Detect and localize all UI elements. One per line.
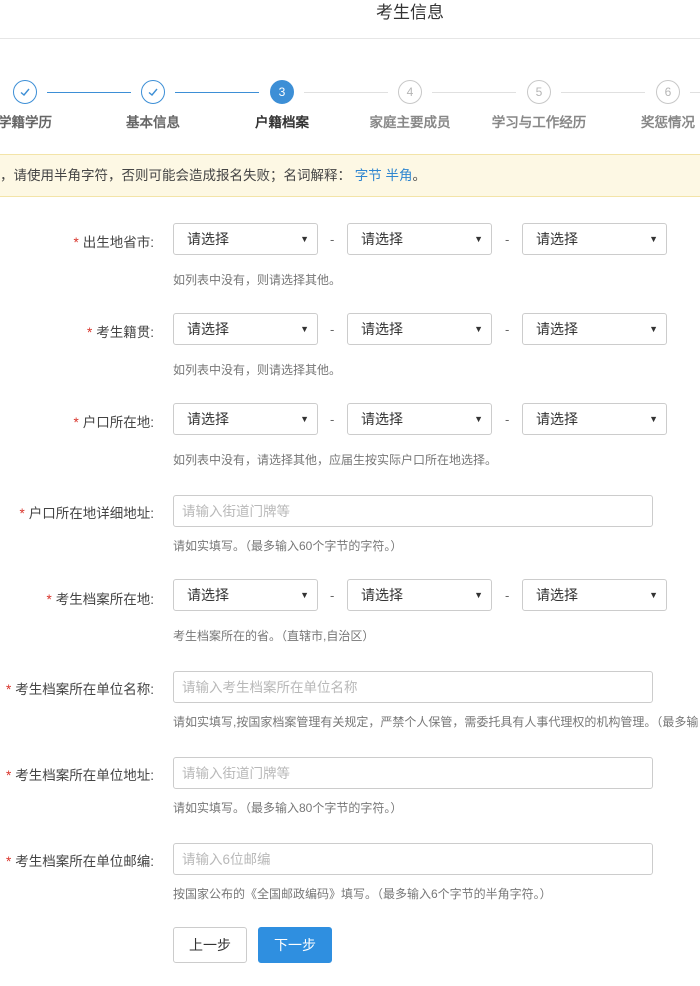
birthplace-label: * 出生地省市: bbox=[73, 235, 154, 250]
dropdown-arrow-icon: ▼ bbox=[474, 234, 483, 244]
step-label-2: 基本信息 bbox=[126, 115, 180, 130]
archive-city-select[interactable]: 请选择 ▼ bbox=[347, 579, 492, 611]
native-place-city-select[interactable]: 请选择 ▼ bbox=[347, 313, 492, 345]
term-link-halfwidth[interactable]: 半角 bbox=[386, 168, 413, 183]
dropdown-arrow-icon: ▼ bbox=[474, 324, 483, 334]
archive-unit-postcode-hint: 按国家公布的《全国邮政编码》填写。（最多输入6个字节的半角字符。） bbox=[173, 887, 552, 901]
birthplace-province-select[interactable]: 请选择 ▼ bbox=[173, 223, 318, 255]
separator: - bbox=[330, 322, 335, 337]
household-province-select[interactable]: 请选择 ▼ bbox=[173, 403, 318, 435]
archive-unit-name-label: * 考生档案所在单位名称: bbox=[5, 682, 154, 697]
notice-end: 。 bbox=[412, 168, 427, 183]
step-connector bbox=[432, 92, 516, 93]
dropdown-arrow-icon: ▼ bbox=[474, 590, 483, 600]
dropdown-arrow-icon: ▼ bbox=[300, 324, 309, 334]
birthplace-district-select[interactable]: 请选择 ▼ bbox=[522, 223, 667, 255]
dropdown-arrow-icon: ▼ bbox=[649, 414, 658, 424]
archive-unit-address-hint: 请如实填写。（最多输入80个字节的字符。） bbox=[173, 801, 403, 815]
dropdown-arrow-icon: ▼ bbox=[474, 414, 483, 424]
step-1-check-icon bbox=[13, 80, 37, 104]
separator: - bbox=[505, 232, 510, 247]
separator: - bbox=[330, 232, 335, 247]
household-city-select[interactable]: 请选择 ▼ bbox=[347, 403, 492, 435]
step-4-circle: 4 bbox=[398, 80, 422, 104]
step-5-circle: 5 bbox=[527, 80, 551, 104]
archive-unit-name-hint: 请如实填写,按国家档案管理有关规定，严禁个人保管，需委托具有人事代理权的机构管理… bbox=[173, 715, 699, 729]
notice-banner: ，请使用半角字符，否则可能会造成报名失败；名词解释： 字节 半角。 bbox=[0, 154, 700, 197]
prev-step-button[interactable]: 上一步 bbox=[173, 927, 247, 963]
archive-unit-name-input[interactable] bbox=[173, 671, 653, 703]
household-hint: 如列表中没有，请选择其他，应届生按实际户口所在地选择。 bbox=[173, 453, 498, 467]
separator: - bbox=[505, 322, 510, 337]
step-connector bbox=[47, 92, 131, 93]
native-place-district-select[interactable]: 请选择 ▼ bbox=[522, 313, 667, 345]
step-connector bbox=[561, 92, 645, 93]
step-2-check-icon bbox=[141, 80, 165, 104]
archive-location-hint: 考生档案所在的省。（直辖市,自治区） bbox=[173, 629, 375, 643]
separator: - bbox=[330, 412, 335, 427]
dropdown-arrow-icon: ▼ bbox=[649, 590, 658, 600]
archive-district-select[interactable]: 请选择 ▼ bbox=[522, 579, 667, 611]
household-label: * 户口所在地: bbox=[73, 415, 154, 430]
native-place-label: * 考生籍贯: bbox=[86, 325, 154, 340]
household-address-label: * 户口所在地详细地址: bbox=[19, 506, 154, 521]
archive-province-select[interactable]: 请选择 ▼ bbox=[173, 579, 318, 611]
step-label-5: 学习与工作经历 bbox=[491, 115, 587, 130]
archive-unit-postcode-label: * 考生档案所在单位邮编: bbox=[5, 854, 154, 869]
dropdown-arrow-icon: ▼ bbox=[300, 590, 309, 600]
separator: - bbox=[505, 588, 510, 603]
archive-unit-postcode-input[interactable] bbox=[173, 843, 653, 875]
archive-unit-address-label: * 考生档案所在单位地址: bbox=[5, 768, 154, 783]
step-label-3: 户籍档案 bbox=[255, 115, 309, 130]
step-6-circle: 6 bbox=[656, 80, 680, 104]
step-connector bbox=[304, 92, 388, 93]
dropdown-arrow-icon: ▼ bbox=[649, 324, 658, 334]
birthplace-hint: 如列表中没有，则请选择其他。 bbox=[173, 273, 342, 287]
native-place-province-select[interactable]: 请选择 ▼ bbox=[173, 313, 318, 345]
household-address-input[interactable] bbox=[173, 495, 653, 527]
archive-location-label: * 考生档案所在地: bbox=[46, 592, 154, 607]
dropdown-arrow-icon: ▼ bbox=[300, 414, 309, 424]
next-step-button[interactable]: 下一步 bbox=[258, 927, 332, 963]
separator: - bbox=[505, 412, 510, 427]
step-progress: 3 4 5 6 学籍学历 基本信息 户籍档案 家庭主要成员 学习与工作经历 奖惩… bbox=[0, 0, 700, 140]
archive-unit-address-input[interactable] bbox=[173, 757, 653, 789]
step-3-circle: 3 bbox=[270, 80, 294, 104]
household-address-hint: 请如实填写。（最多输入60个字节的字符。） bbox=[173, 539, 403, 553]
step-label-4: 家庭主要成员 bbox=[369, 115, 451, 130]
separator: - bbox=[330, 588, 335, 603]
step-connector bbox=[175, 92, 259, 93]
dropdown-arrow-icon: ▼ bbox=[300, 234, 309, 244]
notice-text: ，请使用半角字符，否则可能会造成报名失败；名词解释： bbox=[0, 168, 351, 183]
native-place-hint: 如列表中没有，则请选择其他。 bbox=[173, 363, 342, 377]
birthplace-city-select[interactable]: 请选择 ▼ bbox=[347, 223, 492, 255]
household-district-select[interactable]: 请选择 ▼ bbox=[522, 403, 667, 435]
dropdown-arrow-icon: ▼ bbox=[649, 234, 658, 244]
step-connector bbox=[690, 92, 700, 93]
term-link-byte[interactable]: 字节 bbox=[355, 168, 382, 183]
step-label-1: 学籍学历 bbox=[0, 115, 52, 130]
step-label-6: 奖惩情况 bbox=[641, 115, 695, 130]
